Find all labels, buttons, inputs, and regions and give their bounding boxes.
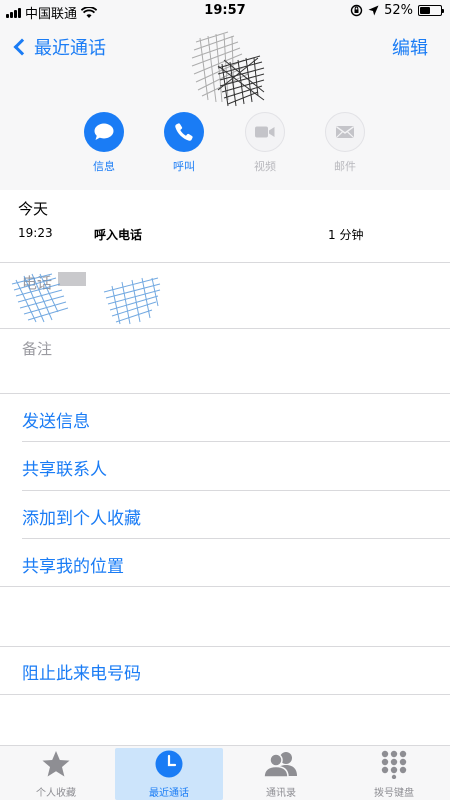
tab-keypad[interactable]: 拨号键盘	[340, 748, 448, 800]
tab-label: 通讯录	[266, 788, 296, 799]
message-icon	[84, 112, 124, 152]
battery-fill	[420, 7, 431, 14]
clock-icon	[115, 748, 223, 780]
tab-recents[interactable]: 最近通话	[115, 748, 223, 800]
contacts-icon	[227, 748, 335, 780]
video-icon	[245, 112, 285, 152]
star-icon	[2, 748, 110, 780]
back-button[interactable]: 最近通话	[12, 34, 106, 60]
divider	[22, 441, 450, 442]
mail-icon	[325, 112, 365, 152]
call-time: 19:23	[18, 226, 53, 240]
battery-percent: 52%	[384, 3, 413, 18]
contact-header: 最近通话 编辑 信息 呼叫 视频 邮件	[0, 22, 450, 190]
notes-field-label[interactable]: 备注	[22, 338, 52, 359]
location-arrow-icon	[368, 5, 379, 16]
mail-action[interactable]: 邮件	[315, 112, 375, 174]
keypad-icon	[340, 748, 448, 780]
video-label: 视频	[254, 160, 276, 173]
phone-icon	[164, 112, 204, 152]
orientation-lock-icon	[350, 4, 363, 17]
tab-label: 个人收藏	[36, 788, 76, 799]
chevron-left-icon	[13, 38, 31, 56]
edit-button[interactable]: 编辑	[392, 34, 428, 60]
divider	[0, 393, 450, 394]
tab-label: 最近通话	[149, 788, 189, 799]
send-message-button[interactable]: 发送信息	[22, 407, 90, 432]
share-contact-button[interactable]: 共享联系人	[22, 455, 107, 480]
recent-day-title: 今天	[18, 200, 49, 218]
tab-contacts[interactable]: 通讯录	[227, 748, 335, 800]
message-action[interactable]: 信息	[74, 112, 134, 174]
add-favorite-button[interactable]: 添加到个人收藏	[22, 504, 141, 529]
back-label: 最近通话	[34, 38, 106, 59]
phone-number-redaction	[11, 272, 161, 325]
divider	[0, 586, 450, 587]
block-caller-button[interactable]: 阻止此来电号码	[22, 659, 141, 684]
message-label: 信息	[93, 160, 115, 173]
call-action[interactable]: 呼叫	[154, 112, 214, 174]
status-right: 52%	[350, 3, 444, 18]
divider	[0, 328, 450, 329]
call-label: 呼叫	[173, 160, 195, 173]
tab-favorites[interactable]: 个人收藏	[2, 748, 110, 800]
video-action[interactable]: 视频	[235, 112, 295, 174]
share-location-button[interactable]: 共享我的位置	[22, 552, 124, 577]
divider	[22, 538, 450, 539]
tab-label: 拨号键盘	[374, 788, 414, 799]
divider	[0, 646, 450, 647]
avatar	[191, 31, 265, 107]
mail-label: 邮件	[334, 160, 356, 173]
call-type: 呼入电话	[94, 228, 143, 242]
battery-icon	[418, 5, 444, 16]
divider	[0, 694, 450, 695]
call-duration: 1 分钟	[328, 228, 364, 242]
divider	[22, 490, 450, 491]
tab-bar: 个人收藏 最近通话 通讯录 拨号键盘	[0, 745, 450, 800]
status-bar: 中国联通 19:57 52%	[0, 0, 450, 22]
